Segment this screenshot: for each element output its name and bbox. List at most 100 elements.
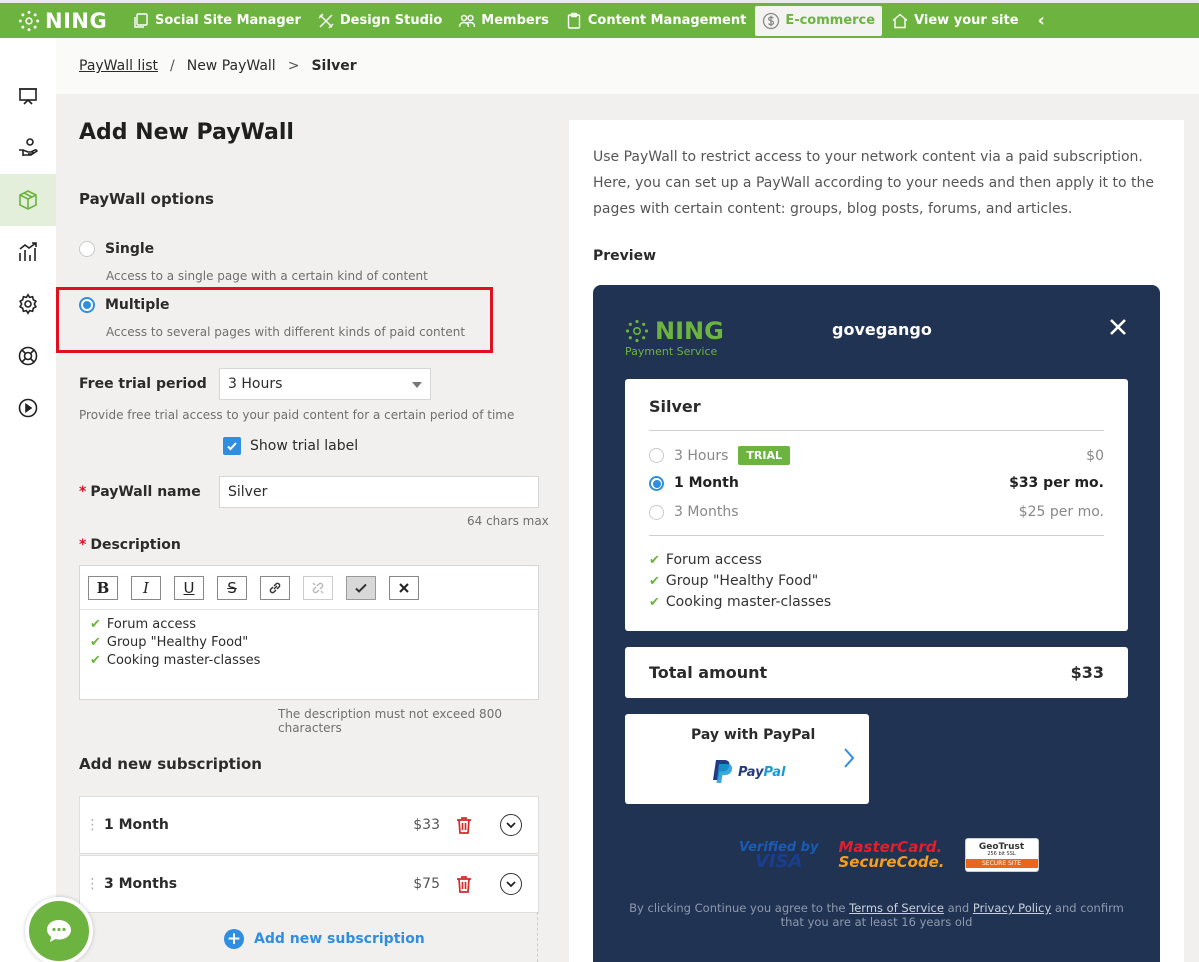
trash-icon[interactable]: [454, 874, 474, 894]
breadcrumb-current: Silver: [311, 58, 357, 74]
radio-multiple-description: Access to several pages with different k…: [106, 325, 466, 339]
chevron-down-icon: [506, 822, 516, 829]
link-button[interactable]: [260, 575, 290, 600]
breadcrumb-paywall-list-link[interactable]: PayWall list: [79, 58, 158, 74]
list-item: ✔ Cooking master-classes: [90, 652, 528, 670]
nav-content-management[interactable]: Content Management: [558, 6, 753, 36]
subscription-item[interactable]: ⋮ 1 Month $33: [79, 796, 539, 854]
chat-button[interactable]: [25, 897, 93, 962]
logo-text: NING: [45, 8, 108, 33]
italic-button[interactable]: I: [131, 575, 161, 600]
subscription-item[interactable]: ⋮ 3 Months $75: [79, 855, 539, 913]
close-icon[interactable]: [1108, 317, 1128, 337]
sidebar-analytics[interactable]: [0, 226, 56, 278]
verified-by-visa-badge: Verified by VISA: [739, 841, 818, 871]
add-subscription-label: Add new subscription: [254, 931, 425, 947]
plus-icon: +: [224, 929, 244, 949]
link-icon: [269, 582, 281, 593]
nav-view-your-site[interactable]: View your site: [884, 6, 1025, 36]
drag-handle-icon[interactable]: ⋮: [80, 876, 104, 892]
paywall-preview: NING Payment Service govegango Silver 3 …: [593, 285, 1160, 962]
unlink-icon: [312, 581, 324, 594]
nav-label: Content Management: [587, 13, 747, 28]
bold-button[interactable]: B: [88, 575, 118, 600]
home-icon: [892, 13, 908, 28]
sidebar-support[interactable]: [0, 330, 56, 382]
sidebar-ecommerce[interactable]: [0, 174, 56, 226]
securecode-line: SecureCode.: [838, 853, 945, 871]
sidebar-monetization[interactable]: [0, 122, 56, 174]
list-item: ✔ Forum access: [90, 616, 528, 634]
trial-badge: TRIAL: [738, 446, 790, 465]
sidebar-video[interactable]: [0, 382, 56, 434]
privacy-policy-link[interactable]: Privacy Policy: [973, 901, 1051, 915]
feature-text: Cooking master-classes: [665, 594, 832, 610]
paypal-p-icon: [713, 760, 733, 783]
nav-social-site-manager[interactable]: Social Site Manager: [125, 6, 308, 36]
strikethrough-button[interactable]: S: [217, 575, 247, 600]
sidebar-dashboard[interactable]: [0, 70, 56, 122]
accept-button[interactable]: [346, 575, 376, 600]
paywall-name-input[interactable]: Silver: [219, 476, 539, 508]
checkmark-icon: ✔: [90, 617, 101, 632]
feature-text: Forum access: [665, 552, 762, 568]
radio-button-selected[interactable]: [649, 475, 664, 491]
unlink-button[interactable]: [303, 575, 333, 600]
checkmark-icon: [227, 442, 237, 451]
radio-multiple[interactable]: Multiple: [79, 297, 170, 313]
breadcrumb: PayWall list / New PayWall > Silver: [56, 38, 1199, 94]
show-trial-label-text: Show trial label: [250, 438, 359, 454]
plan-option-name: 3 Months: [674, 504, 739, 520]
radio-single[interactable]: Single: [79, 241, 154, 257]
paywall-name-label-text: PayWall name: [90, 484, 201, 500]
security-badges: Verified by VISA MasterCard. SecureCode.…: [739, 838, 1039, 872]
pay-with-paypal-button[interactable]: Pay with PayPal Pay Pal: [625, 714, 869, 804]
collapse-nav-button[interactable]: ‹: [1028, 10, 1055, 31]
dashed-divider: [537, 912, 538, 962]
plan-option[interactable]: 3 Months $25 per mo.: [649, 504, 1104, 520]
expand-button[interactable]: [500, 814, 522, 836]
nav-design-studio[interactable]: Design Studio: [310, 6, 449, 36]
radio-button-selected[interactable]: [79, 297, 95, 313]
underline-button[interactable]: U: [174, 575, 204, 600]
nav-members[interactable]: Members: [451, 6, 556, 36]
add-subscription-button[interactable]: + Add new subscription: [224, 929, 425, 949]
left-sidebar: [0, 38, 56, 962]
expand-button[interactable]: [500, 873, 522, 895]
cancel-button[interactable]: [389, 575, 419, 600]
list-item-text: Forum access: [106, 617, 197, 632]
terms-of-service-link[interactable]: Terms of Service: [849, 901, 944, 915]
geotrust-secure: SECURE SITE: [965, 859, 1038, 868]
ning-sun-icon: [18, 10, 40, 31]
subscription-price: $33: [413, 817, 440, 833]
radio-button[interactable]: [649, 504, 664, 520]
plan-title: Silver: [649, 397, 701, 416]
radio-button[interactable]: [649, 448, 664, 463]
show-trial-label-checkbox[interactable]: Show trial label: [223, 437, 358, 455]
nav-label: E-commerce: [785, 13, 876, 28]
plan-option-price: $33 per mo.: [1009, 475, 1104, 491]
paywall-name-hint: 64 chars max: [467, 514, 549, 528]
drag-handle-icon[interactable]: ⋮: [80, 817, 104, 833]
ning-logo[interactable]: NING: [0, 9, 125, 33]
subscription-name: 1 Month: [104, 817, 169, 833]
hand-coins-icon: [19, 138, 38, 156]
checkbox-checked[interactable]: [223, 437, 241, 455]
free-trial-select[interactable]: 3 Hours: [219, 368, 431, 400]
editor-content[interactable]: ✔ Forum access ✔ Group "Healthy Food" ✔ Coo…: [80, 610, 538, 676]
nav-ecommerce[interactable]: E-commerce: [755, 5, 883, 36]
ning-sun-icon: [625, 319, 649, 343]
plan-option-price: $0: [1086, 447, 1104, 464]
plan-option[interactable]: 3 Hours TRIAL $0: [649, 446, 1104, 465]
divider: [649, 535, 1104, 536]
plan-option[interactable]: 1 Month $33 per mo.: [649, 475, 1104, 491]
play-circle-icon: [18, 398, 38, 418]
close-icon: [399, 582, 409, 593]
nav-label: View your site: [914, 13, 1019, 28]
free-trial-value: 3 Hours: [228, 376, 283, 392]
radio-button[interactable]: [79, 241, 95, 257]
sidebar-settings[interactable]: [0, 278, 56, 330]
paypal-button-label: Pay with PayPal: [691, 727, 816, 743]
trash-icon[interactable]: [454, 815, 474, 835]
free-trial-hint: Provide free trial access to your paid c…: [79, 408, 515, 422]
